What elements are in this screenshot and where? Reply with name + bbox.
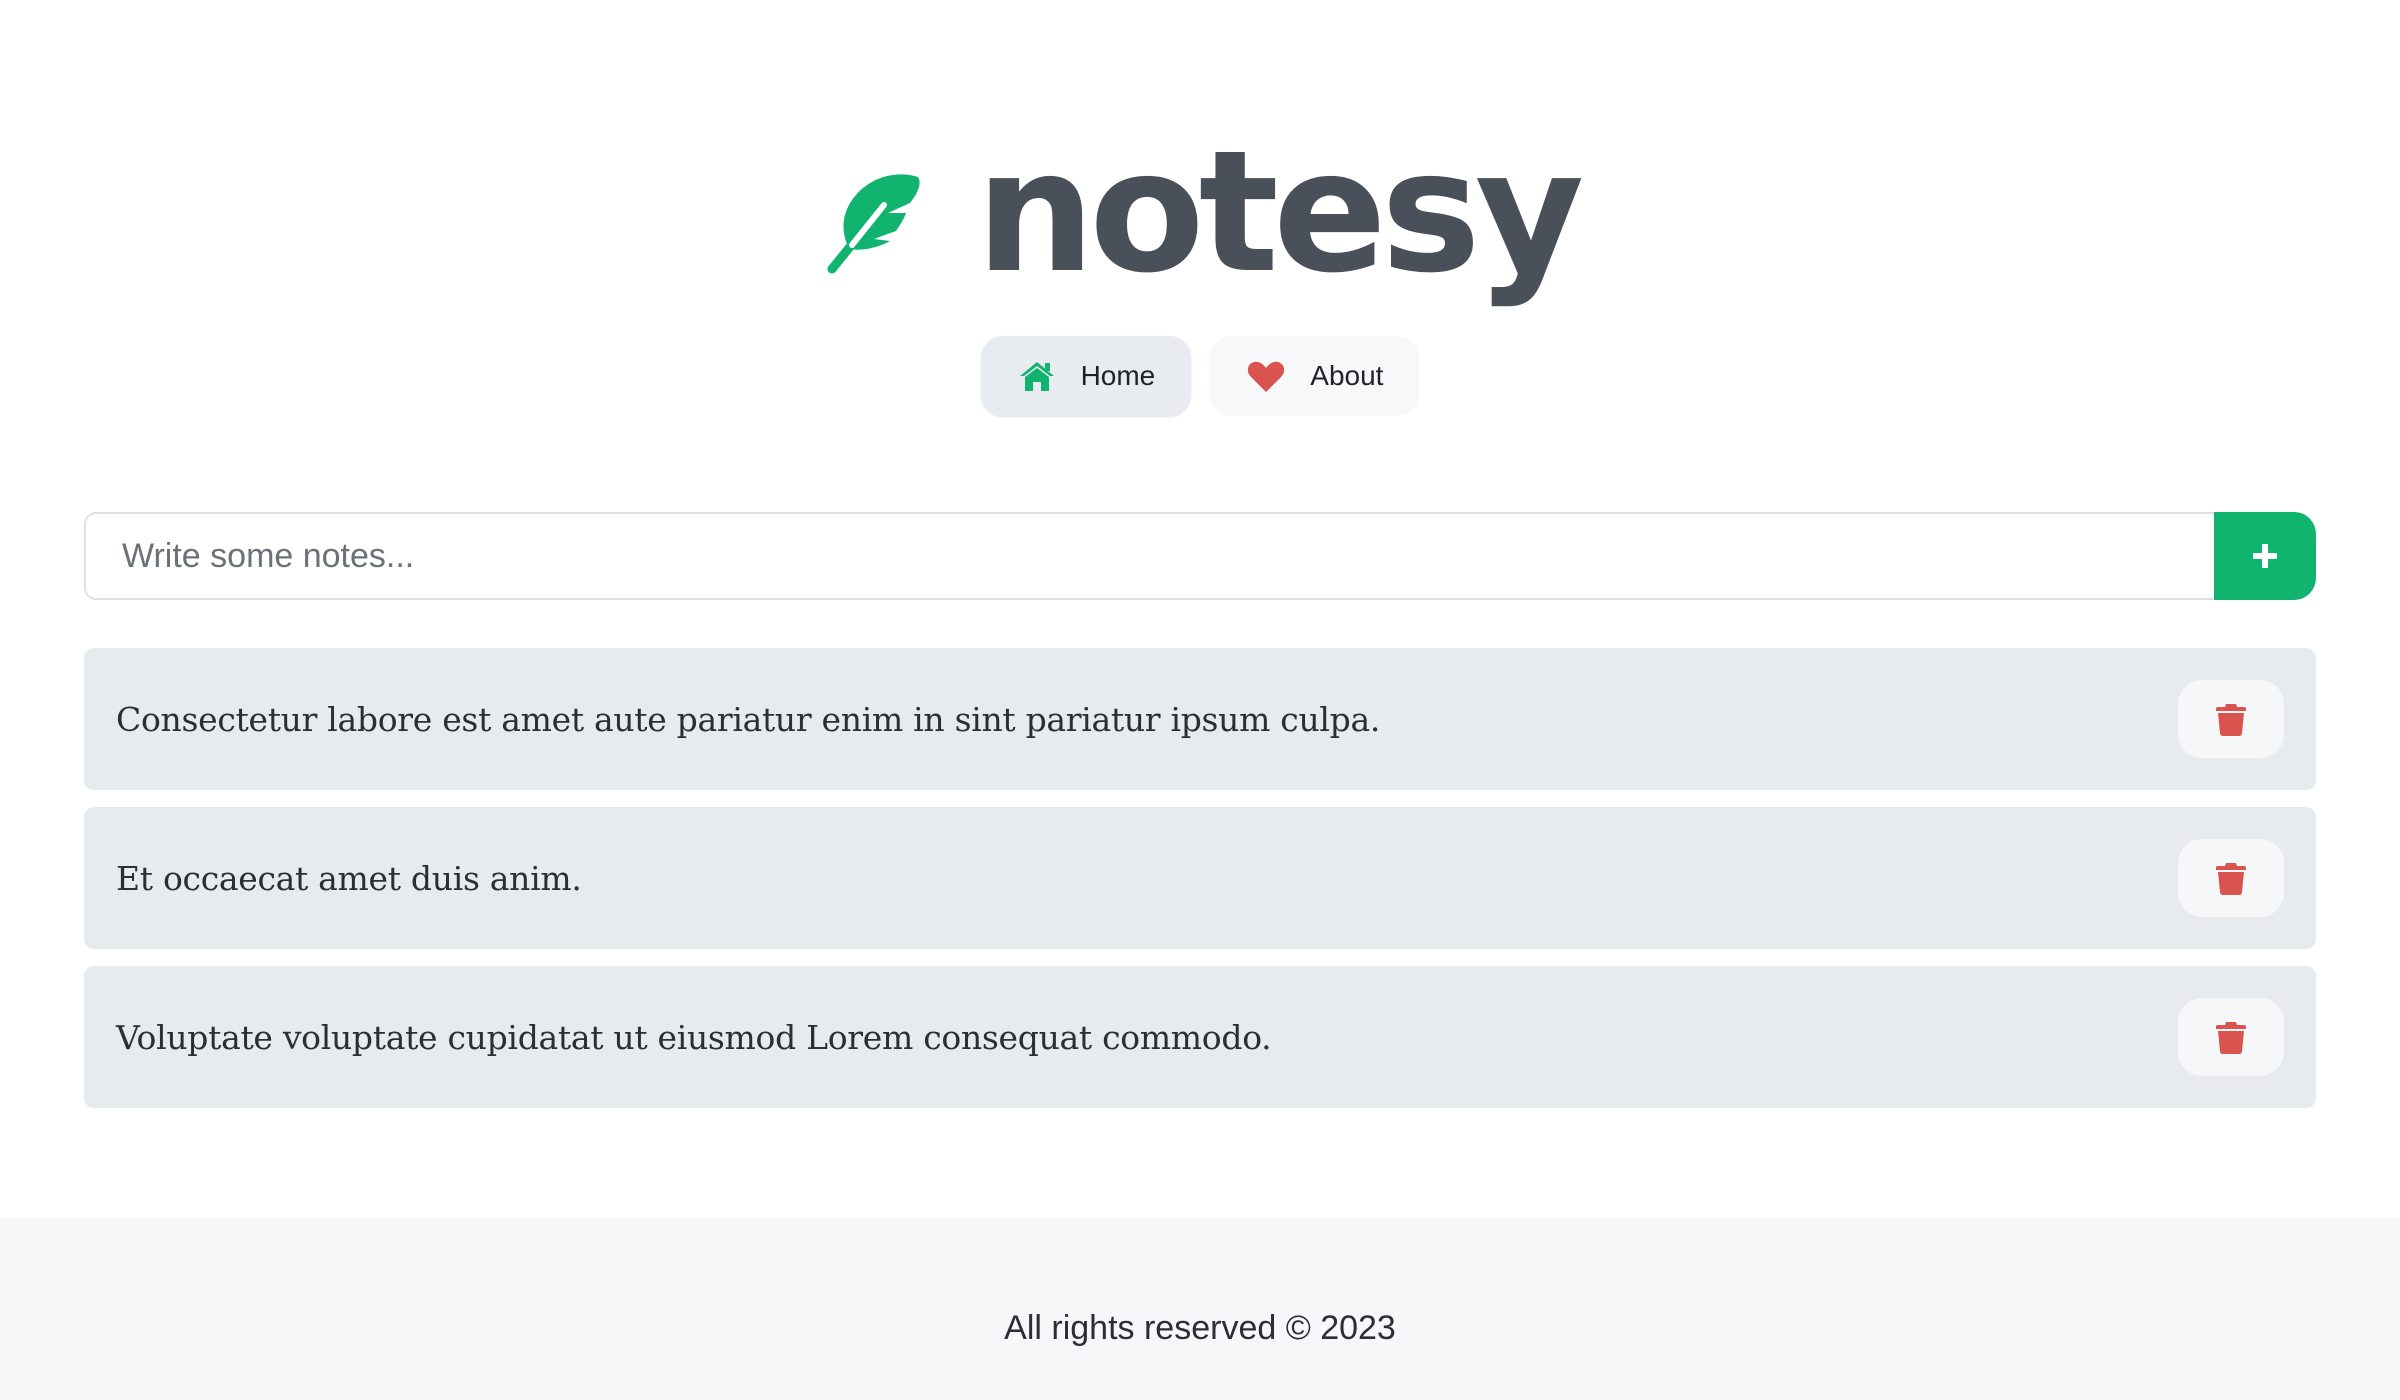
delete-note-button[interactable]	[2178, 680, 2284, 758]
footer-copyright: All rights reserved © 2023	[1004, 1308, 1396, 1347]
note-text: Consectetur labore est amet aute pariatu…	[116, 699, 1381, 739]
note-item: Voluptate voluptate cupidatat ut eiusmod…	[84, 966, 2316, 1108]
nav-home-label: Home	[1080, 360, 1156, 391]
delete-note-button[interactable]	[2178, 839, 2284, 917]
heart-icon	[1248, 361, 1285, 392]
trash-icon	[2216, 704, 2246, 736]
trash-icon	[2216, 863, 2246, 895]
delete-note-button[interactable]	[2178, 998, 2284, 1076]
notes-list: Consectetur labore est amet aute pariatu…	[84, 648, 2316, 1125]
note-text: Et occaecat amet duis anim.	[116, 858, 582, 898]
brand-name: notesy	[975, 114, 1585, 310]
nav-about-button[interactable]: About	[1210, 336, 1420, 416]
nav-home-button[interactable]: Home	[980, 336, 1192, 416]
feather-icon	[827, 174, 920, 274]
page: notesy Home About Write some notes... Co…	[0, 0, 2400, 1400]
footer: All rights reserved © 2023	[0, 1218, 2400, 1400]
main-nav: Home About	[0, 336, 2400, 416]
note-item: Et occaecat amet duis anim.	[84, 807, 2316, 949]
note-text: Voluptate voluptate cupidatat ut eiusmod…	[116, 1017, 1272, 1057]
home-icon	[1019, 362, 1054, 391]
add-note-button[interactable]	[2214, 512, 2316, 600]
trash-icon	[2216, 1022, 2246, 1054]
note-item: Consectetur labore est amet aute pariatu…	[84, 648, 2316, 790]
note-input[interactable]	[84, 512, 2214, 600]
add-note-form	[84, 512, 2316, 600]
nav-about-label: About	[1310, 360, 1384, 391]
plus-icon	[2253, 544, 2277, 568]
brand-header: notesy	[0, 118, 2400, 318]
